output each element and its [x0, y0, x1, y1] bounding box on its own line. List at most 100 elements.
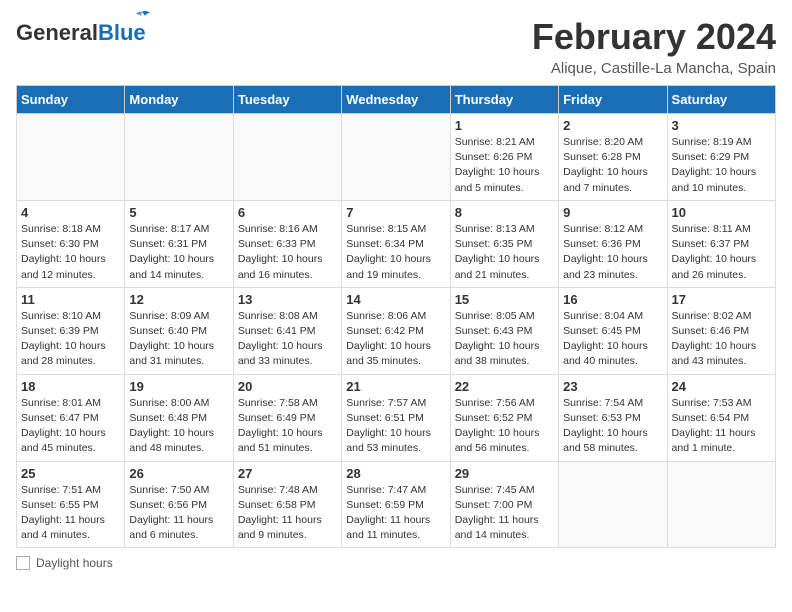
day-number: 21	[346, 379, 445, 394]
day-info: Sunrise: 7:51 AMSunset: 6:55 PMDaylight:…	[21, 483, 120, 544]
calendar-cell: 11Sunrise: 8:10 AMSunset: 6:39 PMDayligh…	[17, 287, 125, 374]
day-info: Sunrise: 7:57 AMSunset: 6:51 PMDaylight:…	[346, 396, 445, 457]
day-info: Sunrise: 8:11 AMSunset: 6:37 PMDaylight:…	[672, 222, 771, 283]
calendar-cell: 1 Sunrise: 8:21 AMSunset: 6:26 PMDaylight…	[450, 114, 558, 201]
day-number: 20	[238, 379, 337, 394]
calendar-cell: 6 Sunrise: 8:16 AMSunset: 6:33 PMDaylight…	[233, 200, 341, 287]
day-info: Sunrise: 7:50 AMSunset: 6:56 PMDaylight:…	[129, 483, 228, 544]
day-number: 7	[346, 205, 445, 220]
day-info: Sunrise: 7:56 AMSunset: 6:52 PMDaylight:…	[455, 396, 554, 457]
calendar-day-header: Wednesday	[342, 86, 450, 114]
day-number: 27	[238, 466, 337, 481]
calendar-cell: 21 Sunrise: 7:57 AMSunset: 6:51 PMDayligh…	[342, 374, 450, 461]
day-number: 5	[129, 205, 228, 220]
calendar-day-header: Sunday	[17, 86, 125, 114]
day-info: Sunrise: 8:17 AMSunset: 6:31 PMDaylight:…	[129, 222, 228, 283]
day-number: 8	[455, 205, 554, 220]
day-info: Sunrise: 8:19 AMSunset: 6:29 PMDaylight:…	[672, 135, 771, 196]
logo-general: General	[16, 20, 98, 45]
calendar-day-header: Thursday	[450, 86, 558, 114]
calendar-cell: 7 Sunrise: 8:15 AMSunset: 6:34 PMDaylight…	[342, 200, 450, 287]
logo-bird-icon	[132, 10, 152, 26]
day-number: 1	[455, 118, 554, 133]
day-number: 13	[238, 292, 337, 307]
day-number: 29	[455, 466, 554, 481]
calendar-day-header: Monday	[125, 86, 233, 114]
calendar-cell: 18Sunrise: 8:01 AMSunset: 6:47 PMDayligh…	[17, 374, 125, 461]
daylight-label: Daylight hours	[36, 556, 113, 570]
day-number: 25	[21, 466, 120, 481]
calendar-week-row: 18Sunrise: 8:01 AMSunset: 6:47 PMDayligh…	[17, 374, 776, 461]
day-info: Sunrise: 8:18 AMSunset: 6:30 PMDaylight:…	[21, 222, 120, 283]
day-number: 6	[238, 205, 337, 220]
logo: GeneralBlue	[16, 20, 146, 46]
calendar-cell: 10 Sunrise: 8:11 AMSunset: 6:37 PMDayligh…	[667, 200, 775, 287]
day-info: Sunrise: 8:02 AMSunset: 6:46 PMDaylight:…	[672, 309, 771, 370]
day-info: Sunrise: 8:01 AMSunset: 6:47 PMDaylight:…	[21, 396, 120, 457]
calendar-cell: 20 Sunrise: 7:58 AMSunset: 6:49 PMDayligh…	[233, 374, 341, 461]
calendar-cell: 12Sunrise: 8:09 AMSunset: 6:40 PMDayligh…	[125, 287, 233, 374]
calendar-cell: 29 Sunrise: 7:45 AMSunset: 7:00 PMDayligh…	[450, 461, 558, 548]
day-number: 23	[563, 379, 662, 394]
day-info: Sunrise: 8:16 AMSunset: 6:33 PMDaylight:…	[238, 222, 337, 283]
sub-title: Alique, Castille-La Mancha, Spain	[532, 60, 776, 77]
day-number: 3	[672, 118, 771, 133]
calendar-cell: 2Sunrise: 8:20 AMSunset: 6:28 PMDaylight…	[559, 114, 667, 201]
day-number: 11	[21, 292, 120, 307]
calendar-cell	[233, 114, 341, 201]
calendar-cell: 27Sunrise: 7:48 AMSunset: 6:58 PMDayligh…	[233, 461, 341, 548]
calendar-day-header: Saturday	[667, 86, 775, 114]
day-number: 2	[563, 118, 662, 133]
calendar-cell: 24Sunrise: 7:53 AMSunset: 6:54 PMDayligh…	[667, 374, 775, 461]
day-info: Sunrise: 7:47 AMSunset: 6:59 PMDaylight:…	[346, 483, 445, 544]
day-number: 26	[129, 466, 228, 481]
footer: Daylight hours	[16, 556, 776, 570]
day-info: Sunrise: 8:06 AMSunset: 6:42 PMDaylight:…	[346, 309, 445, 370]
calendar-cell: 25 Sunrise: 7:51 AMSunset: 6:55 PMDayligh…	[17, 461, 125, 548]
day-info: Sunrise: 8:05 AMSunset: 6:43 PMDaylight:…	[455, 309, 554, 370]
calendar-cell	[17, 114, 125, 201]
day-info: Sunrise: 8:21 AMSunset: 6:26 PMDaylight:…	[455, 135, 554, 196]
day-info: Sunrise: 8:00 AMSunset: 6:48 PMDaylight:…	[129, 396, 228, 457]
calendar-cell	[667, 461, 775, 548]
day-info: Sunrise: 8:13 AMSunset: 6:35 PMDaylight:…	[455, 222, 554, 283]
day-info: Sunrise: 8:08 AMSunset: 6:41 PMDaylight:…	[238, 309, 337, 370]
calendar-header-row: SundayMondayTuesdayWednesdayThursdayFrid…	[17, 86, 776, 114]
calendar-cell	[125, 114, 233, 201]
header: GeneralBlue February 2024 Alique, Castil…	[16, 16, 776, 77]
day-number: 10	[672, 205, 771, 220]
day-info: Sunrise: 7:58 AMSunset: 6:49 PMDaylight:…	[238, 396, 337, 457]
day-info: Sunrise: 7:54 AMSunset: 6:53 PMDaylight:…	[563, 396, 662, 457]
day-number: 16	[563, 292, 662, 307]
calendar-cell: 8 Sunrise: 8:13 AMSunset: 6:35 PMDaylight…	[450, 200, 558, 287]
day-info: Sunrise: 8:04 AMSunset: 6:45 PMDaylight:…	[563, 309, 662, 370]
day-info: Sunrise: 8:15 AMSunset: 6:34 PMDaylight:…	[346, 222, 445, 283]
calendar-day-header: Friday	[559, 86, 667, 114]
calendar-cell: 19 Sunrise: 8:00 AMSunset: 6:48 PMDayligh…	[125, 374, 233, 461]
day-info: Sunrise: 7:45 AMSunset: 7:00 PMDaylight:…	[455, 483, 554, 544]
calendar-cell: 28Sunrise: 7:47 AMSunset: 6:59 PMDayligh…	[342, 461, 450, 548]
calendar-week-row: 4 Sunrise: 8:18 AMSunset: 6:30 PMDaylight…	[17, 200, 776, 287]
calendar-cell: 23 Sunrise: 7:54 AMSunset: 6:53 PMDayligh…	[559, 374, 667, 461]
calendar-cell	[559, 461, 667, 548]
day-number: 4	[21, 205, 120, 220]
day-info: Sunrise: 8:12 AMSunset: 6:36 PMDaylight:…	[563, 222, 662, 283]
calendar-week-row: 25 Sunrise: 7:51 AMSunset: 6:55 PMDayligh…	[17, 461, 776, 548]
calendar-cell: 17Sunrise: 8:02 AMSunset: 6:46 PMDayligh…	[667, 287, 775, 374]
calendar-day-header: Tuesday	[233, 86, 341, 114]
calendar-cell: 9Sunrise: 8:12 AMSunset: 6:36 PMDaylight…	[559, 200, 667, 287]
daylight-box	[16, 556, 30, 570]
day-number: 14	[346, 292, 445, 307]
calendar-cell: 14 Sunrise: 8:06 AMSunset: 6:42 PMDayligh…	[342, 287, 450, 374]
calendar-cell: 26 Sunrise: 7:50 AMSunset: 6:56 PMDayligh…	[125, 461, 233, 548]
day-number: 12	[129, 292, 228, 307]
day-number: 19	[129, 379, 228, 394]
title-area: February 2024 Alique, Castille-La Mancha…	[532, 16, 776, 77]
day-number: 24	[672, 379, 771, 394]
calendar-cell: 15 Sunrise: 8:05 AMSunset: 6:43 PMDayligh…	[450, 287, 558, 374]
calendar-cell: 13 Sunrise: 8:08 AMSunset: 6:41 PMDayligh…	[233, 287, 341, 374]
day-number: 15	[455, 292, 554, 307]
calendar: SundayMondayTuesdayWednesdayThursdayFrid…	[16, 85, 776, 548]
main-title: February 2024	[532, 16, 776, 58]
calendar-cell: 5 Sunrise: 8:17 AMSunset: 6:31 PMDaylight…	[125, 200, 233, 287]
